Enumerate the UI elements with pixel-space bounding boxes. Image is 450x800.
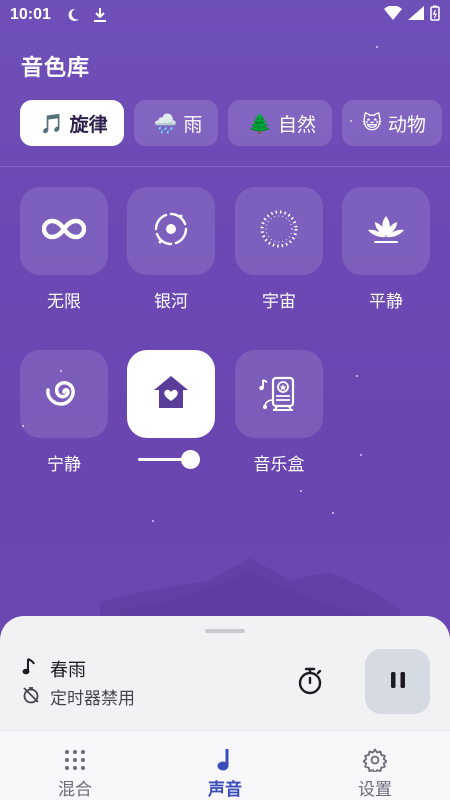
nav-sounds[interactable]: 声音 <box>150 731 300 800</box>
tab-label: 雨 <box>183 113 203 136</box>
download-icon <box>93 7 107 23</box>
sound-label: 平静 <box>369 292 403 312</box>
now-playing-sheet[interactable]: 春雨 定时器禁用 <box>0 616 450 736</box>
sound-tile[interactable] <box>235 350 323 438</box>
house-heart-icon <box>151 374 191 414</box>
infinity-icon <box>41 217 87 245</box>
sound-tile[interactable] <box>342 187 430 275</box>
star <box>360 454 362 456</box>
grid-dots-icon <box>62 747 88 773</box>
category-tabs: 🎵 旋律 🌧️ 雨 🌲 自然 😺 动物 <box>20 100 442 146</box>
universe-ring-icon <box>258 208 300 254</box>
tab-label: 动物 <box>387 113 426 136</box>
battery-icon <box>430 5 440 25</box>
star <box>300 490 302 492</box>
signal-icon <box>408 6 424 24</box>
tab-melody[interactable]: 🎵 旋律 <box>20 100 124 146</box>
slider-thumb[interactable] <box>181 450 200 469</box>
galaxy-icon <box>150 208 192 254</box>
sound-tile[interactable] <box>235 187 323 275</box>
gear-icon <box>362 747 388 773</box>
sound-tile[interactable] <box>127 187 215 275</box>
nav-mix[interactable]: 混合 <box>0 731 150 800</box>
music-note-icon <box>22 658 36 680</box>
volume-slider[interactable] <box>138 450 200 470</box>
tab-nature[interactable]: 🌲 自然 <box>228 100 333 146</box>
lotus-icon <box>365 212 407 250</box>
tab-label: 旋律 <box>69 113 108 136</box>
nav-settings[interactable]: 设置 <box>300 731 450 800</box>
pause-icon <box>389 670 407 694</box>
sound-galaxy[interactable]: 银河 <box>127 187 215 312</box>
sound-label: 宇宙 <box>262 292 296 312</box>
star <box>332 512 334 514</box>
tab-animals[interactable]: 😺 动物 <box>342 100 442 146</box>
page-title: 音色库 <box>21 56 91 81</box>
tab-label: 自然 <box>278 113 317 136</box>
stopwatch-icon <box>297 667 323 699</box>
sound-home[interactable] <box>127 350 215 450</box>
timer-status-text: 定时器禁用 <box>50 689 135 709</box>
tree-icon: 🌲 <box>248 112 273 135</box>
sound-label: 音乐盒 <box>253 455 305 475</box>
status-time: 10:01 <box>10 6 51 23</box>
sound-infinity[interactable]: 无限 <box>20 187 108 312</box>
status-bar: 10:01 <box>0 0 450 30</box>
sound-label: 银河 <box>154 292 188 312</box>
star <box>152 520 154 522</box>
sound-tile[interactable] <box>127 350 215 438</box>
rain-cloud-icon: 🌧️ <box>153 112 178 135</box>
star <box>350 120 352 122</box>
timer-off-icon <box>22 686 40 708</box>
tab-rain[interactable]: 🌧️ 雨 <box>133 100 219 146</box>
sound-label: 无限 <box>47 292 81 312</box>
sound-tile[interactable] <box>20 350 108 438</box>
divider <box>0 166 450 167</box>
drag-handle[interactable] <box>205 629 245 633</box>
now-playing-title-row: 春雨 <box>22 656 86 682</box>
cat-face-icon: 😺 <box>362 112 382 134</box>
sound-calm[interactable]: 平静 <box>342 187 430 312</box>
moon-icon <box>65 7 81 23</box>
music-box-icon <box>257 370 301 418</box>
sound-universe[interactable]: 宇宙 <box>235 187 323 312</box>
spiral-icon <box>44 372 84 416</box>
timer-button[interactable] <box>296 667 324 699</box>
nav-label: 混合 <box>58 780 92 800</box>
timer-status-row: 定时器禁用 <box>22 684 135 709</box>
music-note-icon <box>212 747 238 773</box>
now-playing-title: 春雨 <box>50 660 86 681</box>
bottom-nav: 混合 声音 设置 <box>0 730 450 800</box>
star <box>376 46 378 48</box>
star <box>356 375 358 377</box>
sound-tile[interactable] <box>20 187 108 275</box>
music-notes-icon: 🎵 <box>40 112 64 135</box>
sound-serene[interactable]: 宁静 <box>20 350 108 475</box>
wifi-icon <box>384 5 402 24</box>
pause-button[interactable] <box>365 649 430 714</box>
nav-label: 声音 <box>208 780 242 800</box>
sound-music-box[interactable]: 音乐盒 <box>235 350 323 475</box>
nav-label: 设置 <box>358 780 392 800</box>
sound-label: 宁静 <box>47 455 81 475</box>
